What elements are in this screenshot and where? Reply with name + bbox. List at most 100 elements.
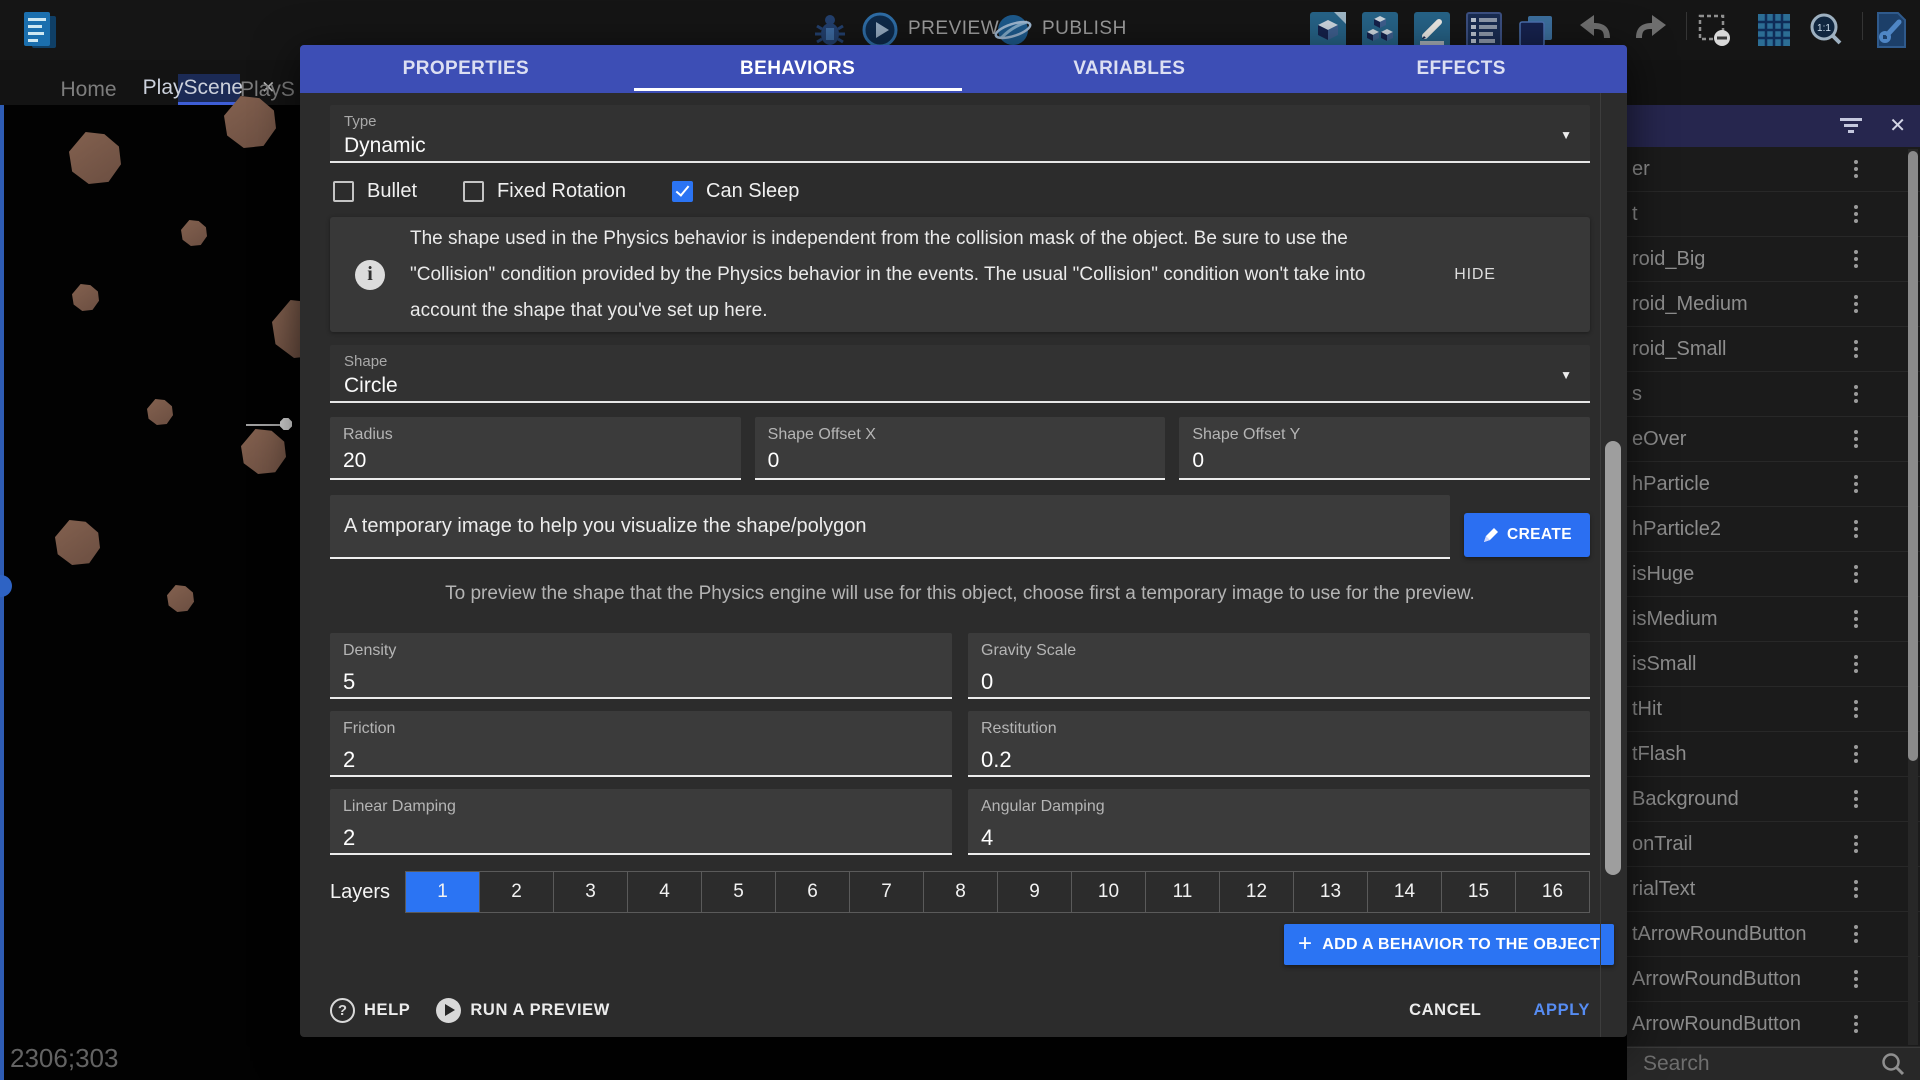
item-menu-icon[interactable] [1848, 970, 1864, 988]
gizmo-handle[interactable] [280, 418, 292, 430]
object-list-item[interactable]: eOver [1627, 417, 1920, 462]
object-list-item[interactable]: ArrowRoundButton [1627, 957, 1920, 1002]
layer-toggle[interactable]: 9 [998, 872, 1072, 912]
shape-select[interactable]: Shape Circle ▼ [330, 345, 1590, 403]
object-search-bar[interactable]: Search [1627, 1047, 1920, 1080]
object-list-item[interactable]: hParticle [1627, 462, 1920, 507]
project-settings-icon[interactable] [1870, 10, 1910, 50]
object-list-item[interactable]: roid_Small [1627, 327, 1920, 372]
apply-button[interactable]: APPLY [1534, 1001, 1591, 1020]
layer-toggle[interactable]: 4 [628, 872, 702, 912]
item-menu-icon[interactable] [1848, 430, 1864, 448]
object-list-item[interactable]: tHit [1627, 687, 1920, 732]
events-sheet-icon[interactable] [1464, 10, 1504, 50]
scene-objects-icon[interactable] [1308, 10, 1348, 50]
object-list-item[interactable]: isSmall [1627, 642, 1920, 687]
object-list-item[interactable]: er [1627, 147, 1920, 192]
item-menu-icon[interactable] [1848, 565, 1864, 583]
item-menu-icon[interactable] [1848, 880, 1864, 898]
number-field[interactable]: Radius 20 [330, 417, 741, 480]
layers-icon[interactable] [1516, 10, 1556, 50]
sidebar-scrollbar-thumb[interactable] [1908, 151, 1918, 761]
number-field[interactable]: Friction 2 [330, 711, 952, 777]
preview-play-icon[interactable] [860, 10, 900, 50]
dialog-tab[interactable]: BEHAVIORS [632, 45, 964, 93]
item-menu-icon[interactable] [1848, 835, 1864, 853]
dialog-tab[interactable]: PROPERTIES [300, 45, 632, 93]
number-field[interactable]: Restitution 0.2 [968, 711, 1590, 777]
layer-toggle[interactable]: 2 [480, 872, 554, 912]
layer-toggle[interactable]: 16 [1516, 872, 1589, 912]
item-menu-icon[interactable] [1848, 655, 1864, 673]
number-field[interactable]: Shape Offset Y 0 [1179, 417, 1590, 480]
asteroid-object[interactable] [69, 132, 121, 184]
zoom-1-1-icon[interactable]: 1:1 [1806, 10, 1846, 50]
asteroid-object[interactable] [55, 520, 100, 565]
number-field[interactable]: Gravity Scale 0 [968, 633, 1590, 699]
asteroid-object[interactable] [72, 284, 99, 311]
sidebar-scrollbar-track[interactable] [1908, 149, 1918, 1045]
layer-toggle[interactable]: 3 [554, 872, 628, 912]
layer-toggle[interactable]: 8 [924, 872, 998, 912]
layer-toggle[interactable]: 1 [406, 872, 480, 912]
item-menu-icon[interactable] [1848, 790, 1864, 808]
layer-toggle[interactable]: 5 [702, 872, 776, 912]
item-menu-icon[interactable] [1848, 610, 1864, 628]
search-input[interactable]: Search [1627, 1052, 1880, 1076]
object-list-item[interactable]: isHuge [1627, 552, 1920, 597]
preview-button[interactable]: PREVIEW [908, 18, 999, 40]
checkbox-box[interactable] [463, 181, 484, 202]
item-menu-icon[interactable] [1848, 475, 1864, 493]
item-menu-icon[interactable] [1848, 520, 1864, 538]
object-list-item[interactable]: onTrail [1627, 822, 1920, 867]
layer-toggle[interactable]: 15 [1442, 872, 1516, 912]
layer-toggle[interactable]: 12 [1220, 872, 1294, 912]
dialog-scrollbar[interactable] [1605, 441, 1621, 875]
object-list-item[interactable]: tArrowRoundButton [1627, 912, 1920, 957]
dialog-tab[interactable]: EFFECTS [1295, 45, 1627, 93]
item-menu-icon[interactable] [1848, 205, 1864, 223]
draw-pencil-icon[interactable] [1412, 10, 1452, 50]
help-button[interactable]: HELP [364, 1001, 410, 1020]
run-preview-icon[interactable] [436, 998, 461, 1023]
layer-toggle[interactable]: 11 [1146, 872, 1220, 912]
checkbox-box[interactable] [333, 181, 354, 202]
option-checkbox[interactable]: Fixed Rotation [463, 180, 626, 203]
object-list-item[interactable]: tFlash [1627, 732, 1920, 777]
instances-icon[interactable] [1360, 10, 1400, 50]
asteroid-object[interactable] [241, 429, 286, 474]
layer-toggle[interactable]: 14 [1368, 872, 1442, 912]
number-field[interactable]: Angular Damping 4 [968, 789, 1590, 855]
cancel-button[interactable]: CANCEL [1409, 1001, 1481, 1020]
number-field[interactable]: Linear Damping 2 [330, 789, 952, 855]
item-menu-icon[interactable] [1848, 340, 1864, 358]
item-menu-icon[interactable] [1848, 745, 1864, 763]
item-menu-icon[interactable] [1848, 925, 1864, 943]
object-list-item[interactable]: hParticle2 [1627, 507, 1920, 552]
type-select[interactable]: Type Dynamic ▼ [330, 105, 1590, 163]
number-field[interactable]: Shape Offset X 0 [755, 417, 1166, 480]
object-list-item[interactable]: isMedium [1627, 597, 1920, 642]
object-list-item[interactable]: t [1627, 192, 1920, 237]
dialog-tab[interactable]: VARIABLES [964, 45, 1296, 93]
add-behavior-button[interactable]: + ADD A BEHAVIOR TO THE OBJECT [1284, 924, 1614, 965]
run-preview-button[interactable]: RUN A PREVIEW [470, 1001, 610, 1020]
item-menu-icon[interactable] [1848, 160, 1864, 178]
item-menu-icon[interactable] [1848, 700, 1864, 718]
object-list-item[interactable]: ArrowRoundButton [1627, 1002, 1920, 1047]
item-menu-icon[interactable] [1848, 385, 1864, 403]
editor-tab[interactable]: PlayScene [178, 74, 240, 105]
layer-toggle[interactable]: 6 [776, 872, 850, 912]
asteroid-object[interactable] [167, 585, 194, 612]
asteroid-object[interactable] [181, 220, 207, 246]
temp-image-input[interactable]: A temporary image to help you visualize … [330, 495, 1450, 559]
checkbox-box[interactable] [672, 181, 693, 202]
object-list-item[interactable]: roid_Big [1627, 237, 1920, 282]
object-list-item[interactable]: Background [1627, 777, 1920, 822]
create-button[interactable]: CREATE [1464, 513, 1590, 557]
object-list-item[interactable]: rialText [1627, 867, 1920, 912]
asteroid-object[interactable] [147, 399, 173, 425]
publish-globe-icon[interactable] [993, 10, 1033, 50]
redo-icon[interactable] [1630, 10, 1670, 50]
debug-bug-icon[interactable] [810, 10, 850, 50]
